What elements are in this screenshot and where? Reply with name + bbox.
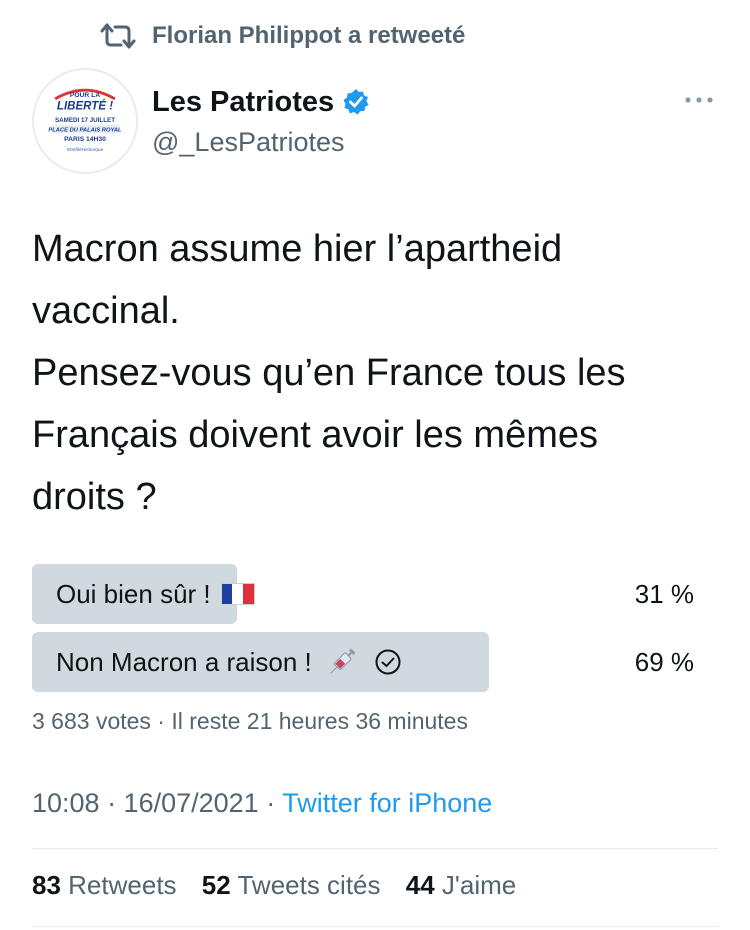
poll-option-percent: 31 % — [634, 579, 694, 609]
tweet-line: vaccinal. — [32, 290, 180, 332]
retweets-stat[interactable]: 83 Retweets — [32, 870, 177, 900]
retweet-icon — [100, 23, 136, 49]
likes-stat[interactable]: 44 J'aime — [406, 870, 516, 900]
tweet-line: Français doivent avoir les mêmes — [32, 414, 598, 456]
poll-option-non: Non Macron a raison ! 69 % — [32, 632, 694, 692]
author-block[interactable]: Les Patriotes @_LesPatriotes — [152, 84, 370, 160]
avatar-text-3: SAMEDI 17 JUILLET — [55, 117, 115, 124]
poll-meta: 3 683 votes · Il reste 21 heures 36 minu… — [32, 708, 468, 734]
flag-france-icon — [220, 583, 255, 605]
quotes-stat[interactable]: 52 Tweets cités — [202, 870, 381, 900]
avatar-text-4: PLACE DU PALAIS ROYAL — [48, 128, 122, 134]
tweet-text: Macron assume hier l’apartheid vaccinal.… — [32, 218, 712, 528]
poll-option-oui: Oui bien sûr ! 31 % — [32, 564, 694, 624]
poll-option-percent: 69 % — [634, 647, 694, 677]
tweet-line: droits ? — [32, 476, 157, 518]
divider — [32, 848, 718, 849]
avatar-text-2: LIBERTÉ ! — [57, 99, 113, 112]
poll-option-label-row: Non Macron a raison ! — [32, 644, 402, 680]
poll-option-label-row: Oui bien sûr ! — [32, 579, 255, 610]
author-name[interactable]: Les Patriotes — [152, 84, 334, 120]
avatar-image: POUR LA LIBERTÉ ! SAMEDI 17 JUILLET PLAC… — [34, 70, 136, 172]
author-name-row[interactable]: Les Patriotes — [152, 84, 370, 120]
avatar[interactable]: POUR LA LIBERTÉ ! SAMEDI 17 JUILLET PLAC… — [32, 68, 138, 174]
syringe-icon — [330, 648, 356, 674]
tweet-stats: 83 Retweets 52 Tweets cités 44 J'aime — [32, 870, 534, 901]
timestamp-time-date[interactable]: 10:08 · 16/07/2021 · — [32, 788, 282, 818]
retweet-label[interactable]: Florian Philippot a retweeté — [152, 22, 465, 50]
retweets-label: Retweets — [68, 870, 177, 900]
tweet-line: Macron assume hier l’apartheid — [32, 228, 563, 270]
likes-label: J'aime — [441, 870, 517, 900]
poll-option-label: Non Macron a raison ! — [56, 646, 312, 677]
avatar-text-1: POUR LA — [70, 92, 100, 99]
quotes-label: Tweets cités — [237, 870, 381, 900]
quotes-count: 52 — [201, 870, 231, 900]
selected-check-icon — [375, 649, 401, 675]
tweet-line: Pensez-vous qu’en France tous les — [32, 352, 626, 394]
retweets-count: 83 — [32, 870, 61, 900]
poll: Oui bien sûr ! 31 % Non Macron a raison … — [32, 564, 694, 700]
verified-badge-icon — [343, 89, 369, 115]
tweet-source-link[interactable]: Twitter for iPhone — [282, 788, 492, 818]
more-options-icon[interactable] — [684, 90, 714, 110]
divider — [32, 926, 718, 927]
avatar-text-6: #DéfiléHistorique — [67, 147, 104, 153]
retweet-context: Florian Philippot a retweeté — [100, 18, 465, 54]
tweet-timestamp: 10:08 · 16/07/2021 · Twitter for iPhone — [32, 788, 492, 819]
likes-count: 44 — [405, 870, 435, 900]
poll-option-label: Oui bien sûr ! — [56, 578, 211, 609]
avatar-text-5: PARIS 14H30 — [64, 136, 106, 143]
author-handle[interactable]: @_LesPatriotes — [152, 124, 370, 160]
